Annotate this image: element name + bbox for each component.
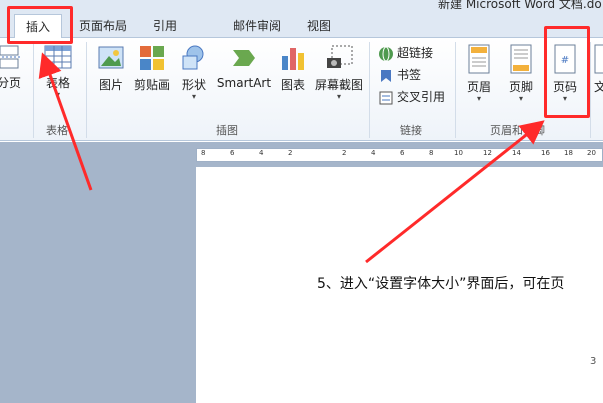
annotation-arrows (38, 52, 545, 264)
arrow-to-insert-tab (38, 52, 93, 191)
arrow-to-page-number (365, 120, 545, 264)
